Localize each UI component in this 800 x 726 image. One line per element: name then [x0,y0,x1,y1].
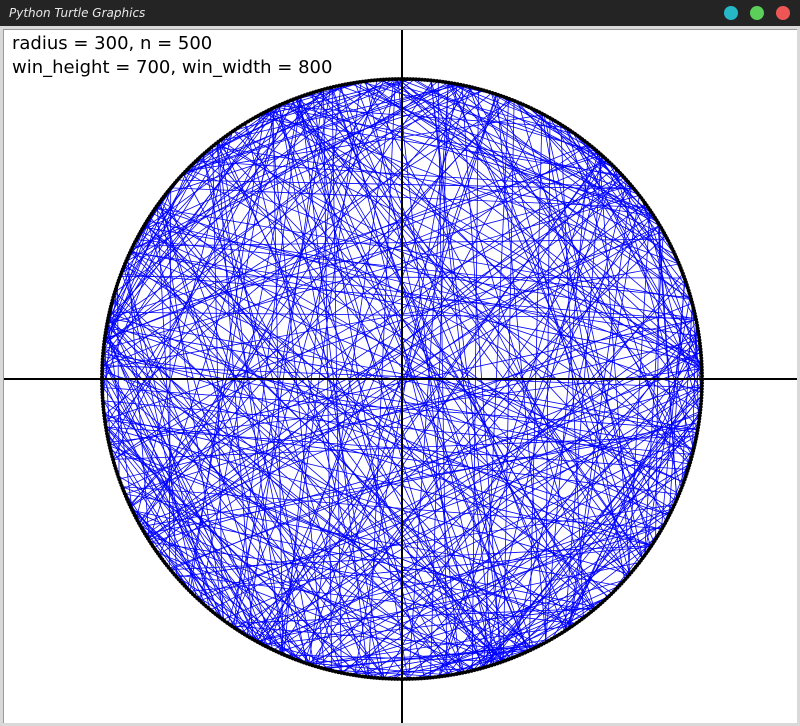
chord-line [323,89,333,671]
title-bar[interactable]: Python Turtle Graphics [0,0,800,26]
chord-line [145,422,699,535]
drawing-area [4,30,797,723]
chord-line [139,524,386,679]
chord-line [102,358,224,620]
chord-line [463,521,667,673]
chord-line [268,109,592,613]
minimize-button[interactable] [724,6,738,20]
chord-line [447,82,573,133]
window-size-label: win_height = 700, win_width = 800 [12,57,333,78]
turtle-window: Python Turtle Graphics radius = 300, n =… [0,0,800,726]
maximize-button[interactable] [750,6,764,20]
chord-line [234,526,664,629]
chord-line [216,142,254,640]
parameters-label: radius = 300, n = 500 [12,33,213,54]
turtle-canvas[interactable]: radius = 300, n = 500 win_height = 700, … [3,29,797,723]
chord-line [526,105,639,195]
window-title: Python Turtle Graphics [9,6,146,20]
chord-line [102,89,325,357]
close-button[interactable] [776,6,790,20]
